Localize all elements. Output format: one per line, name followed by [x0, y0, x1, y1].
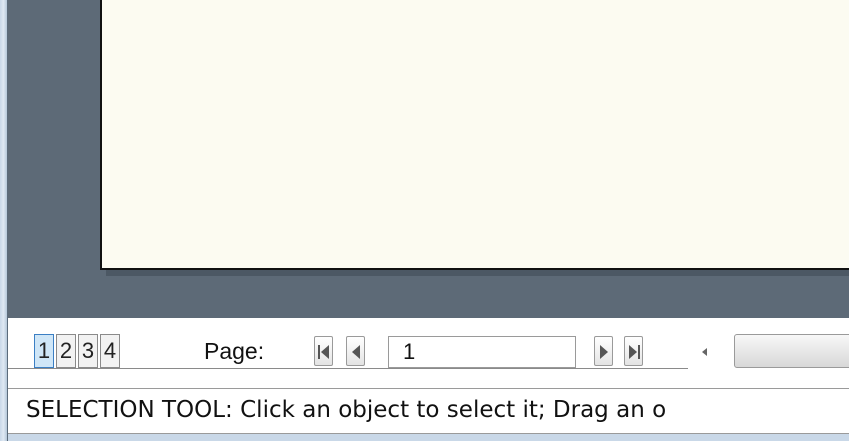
page-navigation-bar: 1 2 3 4 Page: 1: [8, 318, 849, 388]
page-tab-3[interactable]: 3: [78, 334, 98, 368]
last-page-icon: [629, 345, 640, 359]
scroll-left-icon: [702, 348, 707, 356]
scroll-left-button[interactable]: [698, 342, 712, 362]
page-sheet[interactable]: [100, 0, 849, 270]
drawing-canvas[interactable]: [8, 0, 849, 318]
page-tab-2[interactable]: 2: [56, 334, 76, 368]
window-frame-bottom: [8, 434, 849, 441]
last-page-button[interactable]: [624, 336, 643, 366]
previous-page-button[interactable]: [346, 336, 365, 366]
status-message: SELECTION TOOL: Click an object to selec…: [26, 397, 667, 423]
application-window: 1 2 3 4 Page: 1 SELECTION TOOL: Click an…: [0, 0, 849, 441]
page-number-input[interactable]: 1: [388, 336, 576, 368]
first-page-icon: [318, 345, 329, 359]
status-bar: SELECTION TOOL: Click an object to selec…: [8, 388, 849, 434]
next-page-icon: [600, 345, 608, 359]
window-frame-left: [0, 0, 8, 441]
previous-page-icon: [352, 345, 360, 359]
tab-strip-line: [8, 368, 688, 369]
page-shadow: [106, 270, 849, 276]
page-label: Page:: [204, 338, 265, 364]
first-page-button[interactable]: [314, 336, 333, 366]
horizontal-scrollbar-thumb[interactable]: [734, 334, 849, 368]
page-tab-1[interactable]: 1: [34, 334, 54, 368]
next-page-button[interactable]: [594, 336, 613, 366]
page-tab-4[interactable]: 4: [100, 334, 120, 368]
